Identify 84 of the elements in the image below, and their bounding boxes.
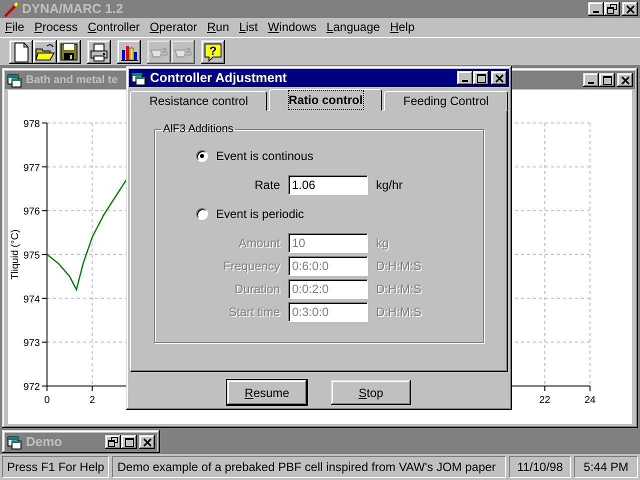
close-icon — [626, 4, 634, 14]
printer-icon — [88, 41, 110, 63]
restore-icon — [607, 4, 617, 14]
radio-button[interactable] — [196, 150, 208, 162]
toolbar-button[interactable] — [117, 40, 141, 64]
maximize-button[interactable] — [599, 73, 615, 87]
axis-tick-label: 976 — [23, 206, 40, 218]
toolbar-button[interactable] — [87, 40, 111, 64]
window-icon — [7, 434, 22, 450]
status-text: 5:44 PM — [574, 456, 638, 478]
menu-item[interactable]: File — [0, 18, 30, 37]
status-text: Press F1 For Help — [2, 456, 110, 478]
restore-button[interactable] — [604, 2, 620, 16]
menu-item[interactable]: Controller — [82, 18, 145, 37]
max-icon — [602, 76, 612, 84]
axis-tick-label: 977 — [23, 162, 40, 174]
axis-tick-label: 978 — [23, 119, 40, 130]
axis-tick-label: 22 — [539, 395, 550, 406]
radio-label: Event is continous — [216, 148, 314, 165]
radio-button[interactable] — [196, 208, 208, 220]
restore-button[interactable] — [105, 435, 121, 449]
unit-label: D:H:M:S — [376, 281, 422, 298]
close-icon — [142, 438, 152, 446]
status-text: 11/10/98 — [509, 456, 571, 478]
unit-label: D:H:M:S — [376, 304, 422, 321]
maximize-button[interactable] — [121, 435, 137, 449]
axis-tick-label: 975 — [23, 250, 40, 262]
status-text: Demo example of a prebaked PBF cell inspired from VAW's JOM paper — [112, 456, 506, 478]
tab[interactable]: Feeding Control — [384, 91, 508, 111]
field-label: Start time — [228, 304, 280, 321]
app-icon — [2, 1, 18, 17]
toolbar-button[interactable] — [33, 40, 57, 64]
toolbar-button[interactable] — [9, 40, 33, 64]
window-icon — [131, 70, 146, 86]
window-title: Bath and metal te — [26, 72, 118, 88]
axis-tick-label: 973 — [23, 338, 40, 350]
axis-tick-label: 972 — [23, 382, 40, 393]
app-title: DYNA/MARC 1.2 — [22, 0, 124, 18]
field-label: Rate — [254, 177, 280, 194]
close-icon — [620, 76, 630, 84]
minimize-button[interactable] — [583, 73, 599, 87]
maximize-button[interactable] — [473, 71, 489, 85]
unit-label: D:H:M:S — [376, 258, 422, 275]
field-label: Duration — [234, 281, 280, 298]
max-icon — [124, 438, 134, 446]
close-button[interactable] — [491, 71, 507, 85]
tab[interactable]: Ratio control — [269, 89, 382, 111]
input-field[interactable]: 1.06 — [288, 175, 368, 195]
unit-label: kg/hr — [376, 177, 404, 194]
dialog-title: Controller Adjustment — [150, 69, 287, 88]
help-icon — [202, 41, 224, 63]
menu-item[interactable]: Operator — [144, 18, 202, 37]
window-title: Demo — [26, 433, 62, 452]
axis-title: Tliquid (°C) — [10, 229, 21, 280]
field-label: Frequency — [222, 258, 280, 275]
axis-tick-label: 0 — [44, 395, 50, 406]
unit-label: kg — [376, 235, 390, 252]
folder-icon — [34, 41, 56, 63]
dialog-button[interactable]: Resume — [227, 380, 307, 405]
axis-tick-label: 2 — [89, 395, 96, 406]
max-icon — [476, 74, 486, 82]
close-icon — [494, 74, 504, 82]
restore-icon — [108, 437, 118, 447]
menu-item[interactable]: Run — [202, 18, 234, 37]
close-button[interactable] — [617, 73, 633, 87]
menu-item[interactable]: Process — [29, 18, 83, 37]
group-title: AlF3 Additions — [162, 124, 234, 135]
menu-item[interactable]: Windows — [262, 18, 322, 37]
minimize-button[interactable] — [588, 2, 604, 16]
axis-tick-label: 24 — [584, 395, 596, 406]
close-button[interactable] — [622, 2, 638, 16]
field-label: Amount — [238, 235, 280, 252]
toolbar-button[interactable] — [57, 40, 81, 64]
radio-label: Event is periodic — [216, 206, 304, 223]
toolbar-button[interactable]: ? — [201, 40, 225, 64]
menu-item[interactable]: Help — [384, 18, 420, 37]
menu-item[interactable]: Language — [322, 18, 385, 37]
axis-tick-label: 974 — [23, 294, 40, 306]
tab[interactable]: Resistance control — [130, 91, 268, 111]
window-icon — [7, 72, 22, 88]
dialog-button[interactable]: Stop — [331, 380, 411, 405]
minimize-button[interactable] — [457, 71, 473, 85]
menu-item[interactable]: List — [234, 18, 263, 37]
close-button[interactable] — [139, 435, 155, 449]
